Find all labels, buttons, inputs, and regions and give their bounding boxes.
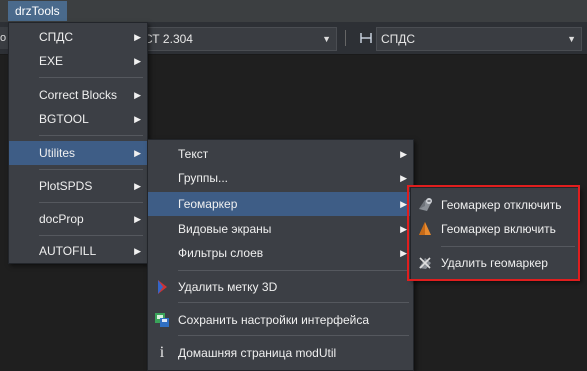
menu-item-label: Видовые экраны xyxy=(178,222,272,236)
submenu-arrow-icon: ▶ xyxy=(400,224,407,234)
drztools-menu: СПДС ▶ EXE ▶ Correct Blocks ▶ BGTOOL ▶ U… xyxy=(8,22,148,264)
info-icon: i xyxy=(159,344,165,361)
menu-item-spds[interactable]: СПДС ▶ xyxy=(9,25,147,49)
submenu-arrow-icon: ▶ xyxy=(134,56,141,66)
menu-item-label: docProp xyxy=(39,212,84,226)
menu-separator xyxy=(39,169,143,170)
menu-item-label: СПДС xyxy=(39,30,74,44)
menu-item-label: Correct Blocks xyxy=(39,88,118,102)
menu-separator xyxy=(39,135,143,136)
menu-item-label: Сохранить настройки интерфейса xyxy=(178,313,370,327)
submenu-arrow-icon: ▶ xyxy=(134,181,141,191)
text-style-dropdown[interactable]: СТ 2.304 ▼ xyxy=(135,27,337,51)
submenu-arrow-icon: ▶ xyxy=(134,214,141,224)
menu-item-remove-3d-mark[interactable]: Удалить метку 3D xyxy=(148,275,413,299)
menu-separator xyxy=(39,77,143,78)
dim-style-dropdown[interactable]: СПДС ▼ xyxy=(376,27,582,51)
menu-item-docprop[interactable]: docProp ▶ xyxy=(9,207,147,231)
menu-item-modutil-homepage[interactable]: i Домашняя страница modUtil xyxy=(148,341,413,365)
dim-style-value: СПДС xyxy=(381,32,416,46)
submenu-arrow-icon: ▶ xyxy=(134,114,141,124)
menu-item-label: EXE xyxy=(39,54,64,68)
menu-separator xyxy=(178,270,409,271)
utilites-submenu: Текст ▶ Группы... ▶ Геомаркер ▶ Видовые … xyxy=(147,139,414,371)
submenu-arrow-icon: ▶ xyxy=(134,246,141,256)
menu-item-layer-filters[interactable]: Фильтры слоев ▶ xyxy=(148,241,413,265)
submenu-arrow-icon: ▶ xyxy=(400,199,407,209)
menu-item-viewports[interactable]: Видовые экраны ▶ xyxy=(148,217,413,241)
toolbar-separator xyxy=(345,30,346,46)
annotation-highlight-box xyxy=(407,185,580,281)
menu-item-label: Utilites xyxy=(39,146,76,160)
menu-item-label: Удалить метку 3D xyxy=(178,280,278,294)
menu-item-label: Текст xyxy=(178,147,209,161)
menu-item-exe[interactable]: EXE ▶ xyxy=(9,49,147,73)
chevron-down-icon: ▼ xyxy=(567,34,576,44)
submenu-arrow-icon: ▶ xyxy=(400,173,407,183)
menu-separator xyxy=(39,202,143,203)
remove-3d-mark-icon xyxy=(158,280,167,294)
menu-item-label: AUTOFILL xyxy=(39,244,97,258)
menu-separator xyxy=(39,235,143,236)
chevron-down-icon: ▼ xyxy=(322,34,331,44)
menu-item-label: Группы... xyxy=(178,171,228,185)
menu-item-groups[interactable]: Группы... ▶ xyxy=(148,166,413,190)
toolbar-left-combo-stub[interactable]: о xyxy=(0,27,8,49)
menubar-drztools[interactable]: drzTools xyxy=(8,1,67,21)
menu-item-geomarker[interactable]: Геомаркер ▶ xyxy=(148,192,413,216)
submenu-arrow-icon: ▶ xyxy=(400,149,407,159)
submenu-arrow-icon: ▶ xyxy=(134,90,141,100)
menu-separator xyxy=(178,302,409,303)
menu-item-plotspds[interactable]: PlotSPDS ▶ xyxy=(9,174,147,198)
menu-separator xyxy=(178,335,409,336)
dimension-style-icon xyxy=(360,33,372,43)
menu-item-label: BGTOOL xyxy=(39,112,89,126)
submenu-arrow-icon: ▶ xyxy=(134,32,141,42)
menu-item-autofill[interactable]: AUTOFILL ▶ xyxy=(9,239,147,263)
submenu-arrow-icon: ▶ xyxy=(400,248,407,258)
menu-item-save-interface-settings[interactable]: Сохранить настройки интерфейса xyxy=(148,308,413,332)
menu-item-label: Домашняя страница modUtil xyxy=(178,346,337,360)
menu-item-label: Геомаркер xyxy=(178,197,238,211)
menu-item-text[interactable]: Текст ▶ xyxy=(148,142,413,166)
menu-item-bgtool[interactable]: BGTOOL ▶ xyxy=(9,107,147,131)
menu-item-correct-blocks[interactable]: Correct Blocks ▶ xyxy=(9,83,147,107)
text-style-value: СТ 2.304 xyxy=(144,32,193,46)
menu-item-utilites[interactable]: Utilites ▶ xyxy=(9,141,147,165)
submenu-arrow-icon: ▶ xyxy=(134,148,141,158)
menu-item-label: Фильтры слоев xyxy=(178,246,264,260)
menubar: drzTools xyxy=(0,0,587,22)
save-settings-icon xyxy=(155,313,169,327)
menu-item-label: PlotSPDS xyxy=(39,179,93,193)
